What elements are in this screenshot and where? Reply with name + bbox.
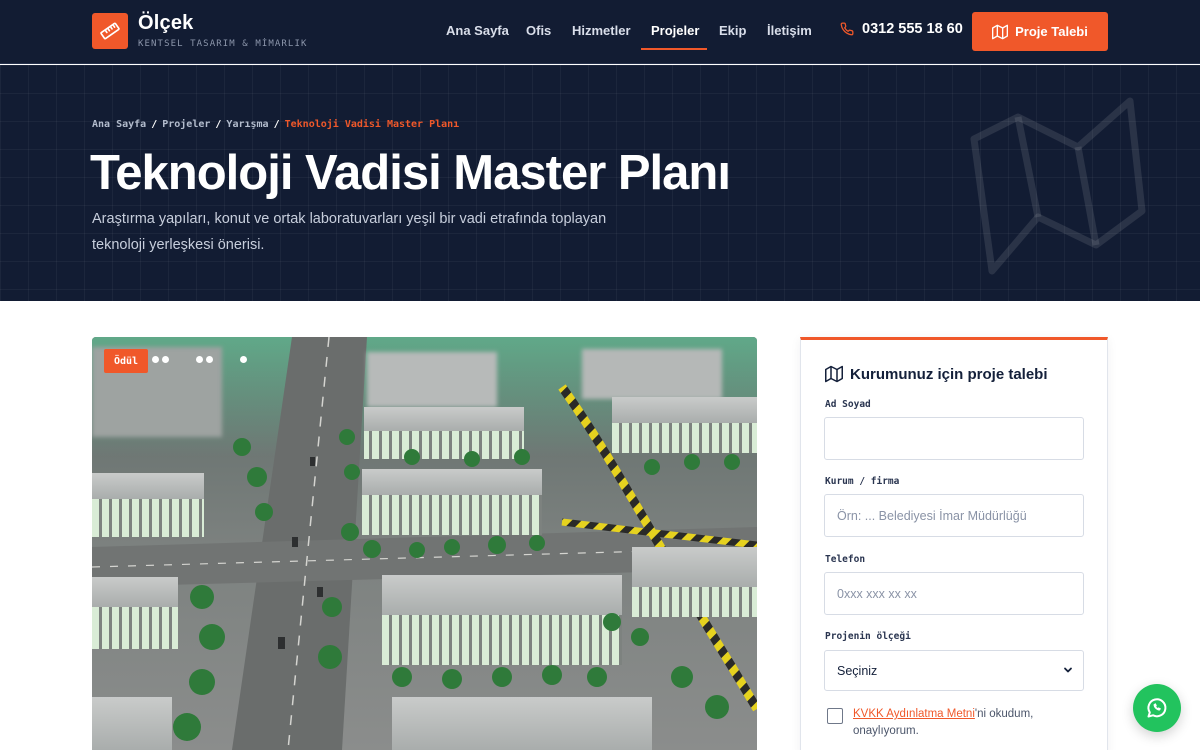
kvkk-checkbox[interactable] (827, 708, 843, 724)
gallery-dot[interactable] (206, 356, 213, 363)
phone-link[interactable]: 0312 555 18 60 (840, 21, 963, 37)
project-scale-label: Projenin ölçeği (825, 631, 911, 642)
chevron-down-icon (1064, 667, 1072, 673)
breadcrumb-projects[interactable]: Projeler (162, 119, 210, 130)
whatsapp-icon (1147, 698, 1167, 718)
campus-model-illustration (92, 337, 757, 750)
form-title-text: Kurumunuz için proje talebi (850, 365, 1048, 383)
breadcrumb: Ana Sayfa / Projeler / Yarışma / Teknoloji Vad… (92, 119, 460, 130)
project-request-form: Kurumunuz için proje talebi Ad Soyad Kur… (800, 337, 1108, 750)
phone-icon (840, 22, 854, 36)
project-request-label: Proje Talebi (1015, 24, 1088, 39)
nav-item-contact[interactable]: İletişim (767, 23, 812, 38)
organization-input[interactable] (824, 494, 1084, 537)
nav-item-projects[interactable]: Projeler (651, 23, 699, 38)
form-title: Kurumunuz için proje talebi (825, 365, 1048, 383)
page-subtitle: Araştırma yapıları, konut ve ortak labor… (92, 211, 607, 253)
nav-item-team[interactable]: Ekip (719, 23, 746, 38)
nav-item-office[interactable]: Ofis (526, 23, 551, 38)
full-name-input[interactable] (824, 417, 1084, 460)
page-hero: Ana Sayfa / Projeler / Yarışma / Teknoloji Vad… (0, 65, 1200, 301)
map-icon (970, 97, 1146, 275)
kvkk-link[interactable]: KVKK Aydınlatma Metni (853, 708, 975, 720)
active-nav-indicator (641, 48, 707, 50)
gallery-dot[interactable] (240, 356, 247, 363)
phone-label: Telefon (825, 554, 866, 565)
page-title: Teknoloji Vadisi Master Planı (90, 146, 731, 200)
phone-input[interactable] (824, 572, 1084, 615)
phone-number: 0312 555 18 60 (862, 21, 963, 37)
nav-item-services[interactable]: Hizmetler (572, 23, 631, 38)
map-icon (825, 365, 843, 383)
site-header: Ölçek KENTSEL TASARIM & MİMARLIK Ana Say… (0, 0, 1200, 64)
gallery-dot[interactable] (196, 356, 203, 363)
award-badge: Ödül (104, 349, 148, 373)
breadcrumb-competition[interactable]: Yarışma (226, 119, 268, 130)
organization-label: Kurum / firma (825, 476, 900, 487)
whatsapp-button[interactable] (1133, 684, 1181, 732)
project-scale-select[interactable]: Seçiniz (824, 650, 1084, 691)
kvkk-consent: KVKK Aydınlatma Metni'ni okudum, onaylıy… (827, 706, 1077, 740)
project-request-button[interactable]: Proje Talebi (972, 12, 1108, 51)
map-icon (992, 24, 1009, 39)
full-name-label: Ad Soyad (825, 399, 871, 410)
main-nav: Ana Sayfa Ofis Hizmetler Projeler Ekip İ… (0, 0, 1200, 64)
gallery-dot[interactable] (162, 356, 169, 363)
nav-item-home[interactable]: Ana Sayfa (446, 23, 509, 38)
gallery-dot[interactable] (152, 356, 159, 363)
project-scale-value: Seçiniz (837, 663, 878, 678)
kvkk-consent-text: KVKK Aydınlatma Metni'ni okudum, onaylıy… (853, 706, 1077, 740)
project-image[interactable] (92, 337, 757, 750)
gallery-dots (152, 356, 247, 363)
breadcrumb-current: Teknoloji Vadisi Master Planı (284, 119, 460, 130)
breadcrumb-home[interactable]: Ana Sayfa (92, 119, 146, 130)
